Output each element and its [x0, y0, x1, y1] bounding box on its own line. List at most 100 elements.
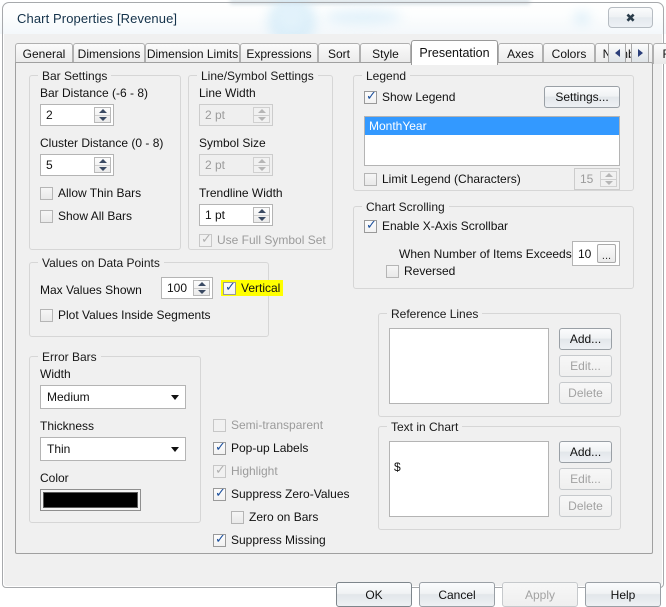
- values-on-data-points-group: Values on Data Points Max Values Shown 1…: [29, 256, 284, 337]
- chevron-down-icon[interactable]: [165, 446, 185, 452]
- cluster-distance-decrement-button[interactable]: [95, 166, 110, 173]
- symbol-size-label: Symbol Size: [199, 136, 266, 150]
- tab-label: General: [22, 47, 66, 61]
- title-bar[interactable]: Chart Properties [Revenue] ✖: [3, 3, 663, 34]
- legend-title: Legend: [362, 69, 411, 83]
- text-in-chart-title: Text in Chart: [387, 420, 463, 434]
- plot-values-inside-segments-checkbox[interactable]: Plot Values Inside Segments: [40, 308, 211, 322]
- pop-up-labels-checkbox[interactable]: ✓ Pop-up Labels: [213, 441, 308, 455]
- line-width-decrement-button: [254, 116, 269, 123]
- cancel-button[interactable]: Cancel: [419, 582, 495, 607]
- bar-distance-spinner[interactable]: 2: [40, 104, 114, 126]
- error-bars-width-combo[interactable]: Medium: [40, 385, 186, 409]
- max-values-spin-buttons[interactable]: [193, 280, 210, 296]
- limit-legend-checkbox[interactable]: Limit Legend (Characters): [364, 172, 521, 186]
- list-item[interactable]: $: [390, 442, 548, 476]
- trendline-width-value[interactable]: 1 pt: [200, 205, 253, 225]
- help-button[interactable]: Help: [585, 582, 661, 607]
- checkbox-box-icon: [386, 264, 399, 278]
- checkbox-box-icon: [40, 308, 53, 322]
- checkmark-icon: ✓: [215, 439, 226, 455]
- trendline-width-spinner[interactable]: 1 pt: [199, 204, 273, 226]
- use-full-symbol-set-checkbox: ✓ Use Full Symbol Set: [199, 233, 326, 247]
- symbol-size-spin-buttons: [253, 157, 270, 173]
- triangle-up-icon: [257, 159, 266, 164]
- items-exceeds-browse-button[interactable]: ...: [597, 244, 616, 263]
- tab-scroll-right-button[interactable]: [631, 43, 649, 63]
- trendline-width-spin-buttons[interactable]: [253, 207, 270, 223]
- cluster-distance-spin-buttons[interactable]: [94, 157, 111, 173]
- show-all-bars-label: Show All Bars: [58, 209, 133, 223]
- limit-legend-decrement-button: [601, 180, 616, 187]
- reference-lines-add-button[interactable]: Add...: [559, 328, 612, 350]
- limit-legend-label: Limit Legend (Characters): [382, 172, 521, 186]
- text-in-chart-add-button[interactable]: Add...: [559, 441, 612, 463]
- triangle-up-icon: [98, 159, 107, 164]
- allow-thin-bars-checkbox[interactable]: Allow Thin Bars: [40, 186, 141, 200]
- enable-x-axis-scrollbar-checkbox[interactable]: ✓ Enable X-Axis Scrollbar: [364, 219, 508, 233]
- apply-button: Apply: [502, 582, 578, 607]
- tab-presentation[interactable]: Presentation: [411, 40, 498, 65]
- tab-dimension-limits[interactable]: Dimension Limits: [145, 43, 240, 64]
- bar-distance-value[interactable]: 2: [41, 105, 94, 125]
- trendline-width-increment-button[interactable]: [254, 208, 269, 216]
- tab-scroll-left-button[interactable]: [608, 43, 626, 63]
- semi-transparent-checkbox: Semi-transparent: [213, 418, 323, 432]
- max-values-decrement-button[interactable]: [194, 289, 209, 296]
- tab-dimensions[interactable]: Dimensions: [73, 43, 145, 64]
- reference-lines-list[interactable]: [389, 328, 549, 404]
- tab-label: Dimension Limits: [146, 47, 239, 61]
- line-width-increment-button: [254, 108, 269, 116]
- vertical-checkbox[interactable]: ✓ Vertical: [221, 280, 284, 296]
- bar-distance-increment-button[interactable]: [95, 108, 110, 116]
- tab-colors[interactable]: Colors: [543, 43, 595, 64]
- suppress-zero-values-label: Suppress Zero-Values: [231, 487, 350, 501]
- tab-label: Axes: [507, 47, 534, 61]
- max-values-increment-button[interactable]: [194, 281, 209, 289]
- max-values-shown-spinner[interactable]: 100: [161, 277, 213, 299]
- tab-sort[interactable]: Sort: [318, 43, 360, 64]
- zero-on-bars-label: Zero on Bars: [249, 510, 319, 524]
- checkbox-box-icon: [40, 186, 53, 200]
- cluster-distance-increment-button[interactable]: [95, 158, 110, 166]
- text-in-chart-group: Text in Chart $ Add... Edit... Delete: [378, 420, 621, 530]
- legend-list[interactable]: MonthYear: [364, 116, 620, 166]
- chevron-down-icon[interactable]: [165, 394, 185, 400]
- checkbox-box-icon: ✓: [364, 90, 377, 104]
- trendline-width-decrement-button[interactable]: [254, 216, 269, 223]
- pop-up-labels-label: Pop-up Labels: [231, 441, 309, 455]
- tab-label: Presentation: [419, 46, 490, 60]
- tab-axes[interactable]: Axes: [498, 43, 543, 64]
- values-on-data-points-title: Values on Data Points: [38, 256, 164, 270]
- window-title: Chart Properties [Revenue]: [17, 11, 178, 26]
- zero-on-bars-checkbox[interactable]: Zero on Bars: [231, 510, 318, 524]
- tab-style[interactable]: Style: [360, 43, 411, 64]
- suppress-zero-values-checkbox[interactable]: ✓ Suppress Zero-Values: [213, 487, 350, 501]
- checkmark-icon: ✓: [215, 531, 226, 547]
- error-bars-color-button[interactable]: [40, 489, 141, 511]
- ok-button[interactable]: OK: [336, 582, 412, 607]
- close-button[interactable]: ✖: [608, 7, 653, 28]
- checkmark-icon: ✓: [215, 462, 226, 478]
- edit-label: Edit...: [570, 472, 601, 486]
- line-symbol-settings-title: Line/Symbol Settings: [197, 69, 318, 83]
- triangle-down-icon: [257, 116, 266, 121]
- reversed-checkbox[interactable]: Reversed: [386, 264, 455, 278]
- show-all-bars-checkbox[interactable]: Show All Bars: [40, 209, 132, 223]
- cluster-distance-spinner[interactable]: 5: [40, 154, 114, 176]
- max-values-shown-value[interactable]: 100: [162, 278, 193, 298]
- list-item[interactable]: MonthYear: [365, 117, 619, 135]
- show-legend-checkbox[interactable]: ✓ Show Legend: [364, 90, 455, 104]
- presentation-tab-page: Bar Settings Bar Distance (-6 - 8) 2 Clu…: [15, 62, 653, 554]
- bar-distance-spin-buttons[interactable]: [94, 107, 111, 123]
- cluster-distance-value[interactable]: 5: [41, 155, 94, 175]
- legend-settings-button[interactable]: Settings...: [544, 86, 620, 108]
- text-in-chart-list[interactable]: $: [389, 441, 549, 517]
- tab-expressions[interactable]: Expressions: [240, 43, 318, 64]
- suppress-missing-checkbox[interactable]: ✓ Suppress Missing: [213, 533, 326, 547]
- triangle-up-icon: [257, 109, 266, 114]
- tab-general[interactable]: General: [15, 43, 73, 64]
- bar-distance-decrement-button[interactable]: [95, 116, 110, 123]
- tab-font[interactable]: Font: [653, 43, 666, 64]
- error-bars-thickness-combo[interactable]: Thin: [40, 437, 186, 461]
